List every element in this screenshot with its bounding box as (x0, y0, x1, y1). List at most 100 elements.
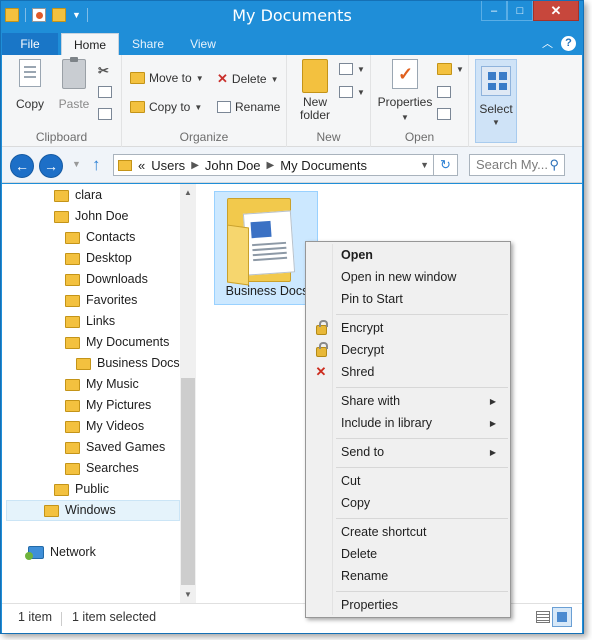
tab-file[interactable]: File (2, 33, 58, 55)
chevron-right-icon[interactable]: ▶ (191, 160, 199, 171)
menu-item-encrypt[interactable]: Encrypt (308, 318, 508, 339)
breadcrumb-my-documents[interactable]: My Documents (280, 158, 367, 173)
shred-icon: ✕ (315, 364, 327, 379)
tree-item-saved-games[interactable]: Saved Games (65, 437, 165, 458)
menu-separator (336, 438, 508, 439)
menu-item-copy[interactable]: Copy (308, 493, 508, 514)
chevron-right-icon[interactable]: ▶ (267, 160, 275, 171)
rename-button[interactable]: Rename (217, 100, 280, 114)
clipboard-group: Copy Paste ✂ Clipboard (2, 55, 122, 147)
tree-item-downloads[interactable]: Downloads (65, 269, 148, 290)
copy-path-button[interactable] (98, 86, 112, 98)
context-menu: Open Open in new window Pin to Start Enc… (305, 241, 511, 618)
new-item-button[interactable]: ▼ (339, 63, 365, 75)
chevron-down-icon[interactable]: ▼ (420, 160, 429, 170)
paste-button[interactable]: Paste (54, 57, 94, 111)
maximize-button[interactable]: □ (507, 1, 533, 21)
minimize-button[interactable]: – (481, 1, 507, 21)
tree-item-my-documents[interactable]: My Documents (65, 332, 169, 353)
paste-shortcut-button[interactable] (98, 108, 112, 120)
copy-to-button[interactable]: Copy to ▼ (130, 100, 202, 114)
ribbon-tab-controls: ︿ ? (542, 35, 576, 51)
move-to-button[interactable]: Move to ▼ (130, 71, 204, 85)
tab-share[interactable]: Share (122, 33, 174, 55)
rename-label: Rename (235, 100, 281, 114)
minimize-ribbon-icon[interactable]: ︿ (542, 35, 553, 51)
large-icons-view-icon[interactable] (552, 607, 572, 627)
new-item-icon (339, 63, 353, 75)
menu-item-open[interactable]: Open (308, 245, 508, 266)
scroll-thumb[interactable] (181, 378, 195, 585)
searches-icon (65, 462, 80, 475)
tree-item-john-doe[interactable]: John Doe (54, 206, 129, 227)
menu-item-label: Pin to Start (341, 292, 403, 306)
tree-item-links[interactable]: Links (65, 311, 115, 332)
menu-item-send-to[interactable]: Send to ▶ (308, 442, 508, 463)
forward-button[interactable]: → (39, 154, 63, 178)
up-arrow-icon[interactable]: ↑ (92, 155, 101, 175)
tree-item-business-docs[interactable]: Business Docs (76, 353, 180, 374)
scroll-up-arrow-icon[interactable]: ▲ (180, 188, 196, 197)
menu-item-delete[interactable]: Delete (308, 544, 508, 565)
menu-item-share-with[interactable]: Share with ▶ (308, 391, 508, 412)
tree-item-public[interactable]: Public (54, 479, 109, 500)
menu-item-cut[interactable]: Cut (308, 471, 508, 492)
edit-button[interactable] (437, 86, 451, 98)
menu-item-decrypt[interactable]: Decrypt (308, 340, 508, 361)
refresh-icon[interactable]: ↻ (433, 154, 457, 176)
tree-item-label: My Documents (86, 335, 170, 349)
menu-item-create-shortcut[interactable]: Create shortcut (308, 522, 508, 543)
select-button[interactable]: Select ▼ (475, 59, 517, 143)
breadcrumb-john-doe[interactable]: John Doe (205, 158, 261, 173)
tree-item-clara[interactable]: clara (54, 185, 102, 206)
tree-item-desktop[interactable]: Desktop (65, 248, 132, 269)
menu-item-include-in-library[interactable]: Include in library ▶ (308, 413, 508, 434)
tree-scrollbar[interactable]: ▲ ▼ (180, 184, 196, 603)
menu-item-pin-to-start[interactable]: Pin to Start (308, 289, 508, 310)
tab-home[interactable]: Home (61, 33, 119, 55)
search-icon[interactable]: ⚲ (549, 155, 559, 175)
properties-button[interactable]: Properties ▼ (375, 59, 435, 123)
tree-item-contacts[interactable]: Contacts (65, 227, 135, 248)
details-view-icon[interactable] (536, 611, 550, 623)
delete-button[interactable]: ✕ Delete ▼ (217, 71, 279, 87)
chevron-down-icon: ▼ (492, 118, 500, 127)
back-button[interactable]: ← (10, 154, 34, 178)
menu-item-open-new-window[interactable]: Open in new window (308, 267, 508, 288)
history-icon (437, 108, 451, 120)
close-button[interactable]: ✕ (533, 1, 579, 21)
search-input[interactable]: Search My... ⚲ (469, 154, 565, 176)
menu-item-label: Decrypt (341, 343, 385, 357)
scroll-down-arrow-icon[interactable]: ▼ (180, 590, 196, 599)
tree-item-favorites[interactable]: Favorites (65, 290, 137, 311)
documents-icon (65, 336, 80, 349)
menu-item-rename[interactable]: Rename (308, 566, 508, 587)
address-bar[interactable]: « Users ▶ John Doe ▶ My Documents ▼ ↻ (113, 154, 458, 176)
help-icon[interactable]: ? (561, 35, 576, 51)
paste-label: Paste (58, 97, 90, 111)
tree-item-my-music[interactable]: My Music (65, 374, 139, 395)
new-folder-label-line2: folder (299, 108, 331, 122)
tree-item-my-videos[interactable]: My Videos (65, 416, 144, 437)
open-button[interactable]: ▼ (437, 63, 464, 75)
cut-button[interactable]: ✂ (98, 63, 109, 79)
new-folder-button[interactable]: New folder (295, 59, 335, 122)
tree-item-my-pictures[interactable]: My Pictures (65, 395, 151, 416)
tree-item-windows[interactable]: Windows (44, 500, 116, 521)
select-label: Select (479, 102, 513, 116)
file-item-business-docs[interactable]: Business Docs (214, 191, 318, 305)
recent-locations-dropdown[interactable]: ▼ (72, 159, 81, 169)
easy-access-button[interactable]: ▼ (339, 86, 365, 98)
breadcrumb-users[interactable]: Users (151, 158, 185, 173)
copy-button[interactable]: Copy (10, 59, 50, 111)
tree-item-searches[interactable]: Searches (65, 458, 139, 479)
history-button[interactable] (437, 108, 451, 120)
menu-item-properties[interactable]: Properties (308, 595, 508, 616)
search-placeholder: Search My... (476, 157, 549, 172)
chevron-right-icon: ▶ (489, 448, 496, 457)
tab-view[interactable]: View (178, 33, 228, 55)
tree-item-network[interactable]: Network (25, 542, 96, 563)
menu-item-shred[interactable]: ✕ Shred (308, 362, 508, 383)
breadcrumb-overflow[interactable]: « (138, 158, 145, 173)
properties-label: Properties (377, 95, 433, 109)
